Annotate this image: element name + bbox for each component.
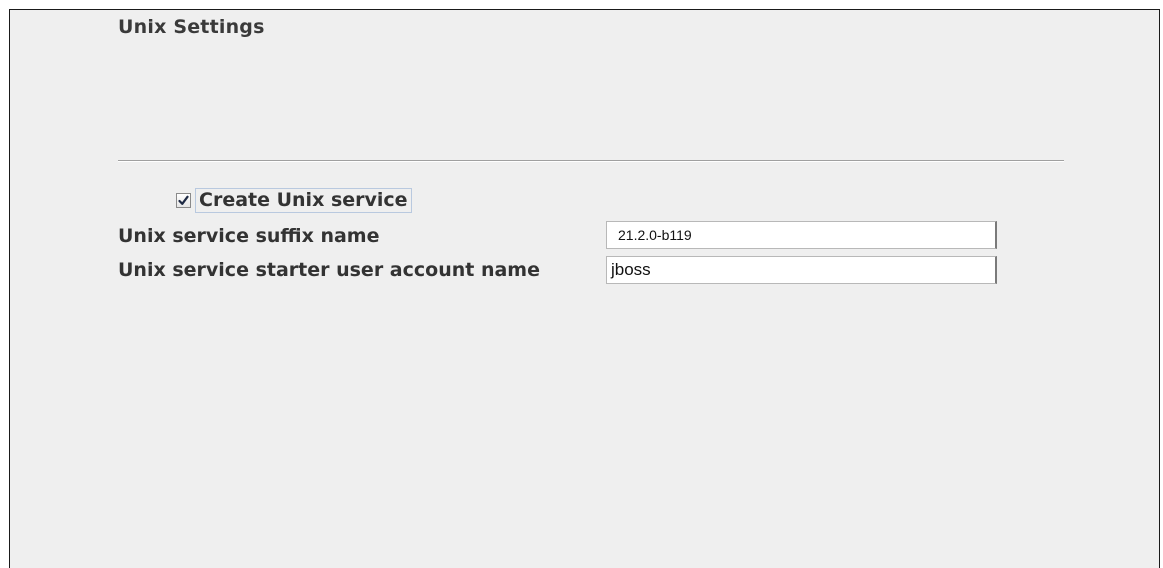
checkbox-focus-box[interactable]: Create Unix service bbox=[195, 188, 412, 213]
create-unix-service-checkbox-row[interactable]: Create Unix service bbox=[176, 187, 412, 214]
unix-settings-panel: Unix Settings Create Unix service Unix s… bbox=[9, 9, 1160, 568]
separator bbox=[118, 160, 1064, 162]
create-unix-service-label[interactable]: Create Unix service bbox=[199, 189, 408, 211]
account-name-input[interactable]: jboss bbox=[606, 256, 997, 284]
create-unix-service-checkbox[interactable] bbox=[176, 193, 191, 208]
account-name-label: Unix service starter user account name bbox=[118, 259, 540, 281]
suffix-name-input[interactable]: 21.2.0-b119 bbox=[606, 221, 997, 249]
suffix-name-label: Unix service suffix name bbox=[118, 225, 380, 247]
checkmark-icon bbox=[178, 195, 189, 206]
section-title: Unix Settings bbox=[118, 16, 265, 38]
